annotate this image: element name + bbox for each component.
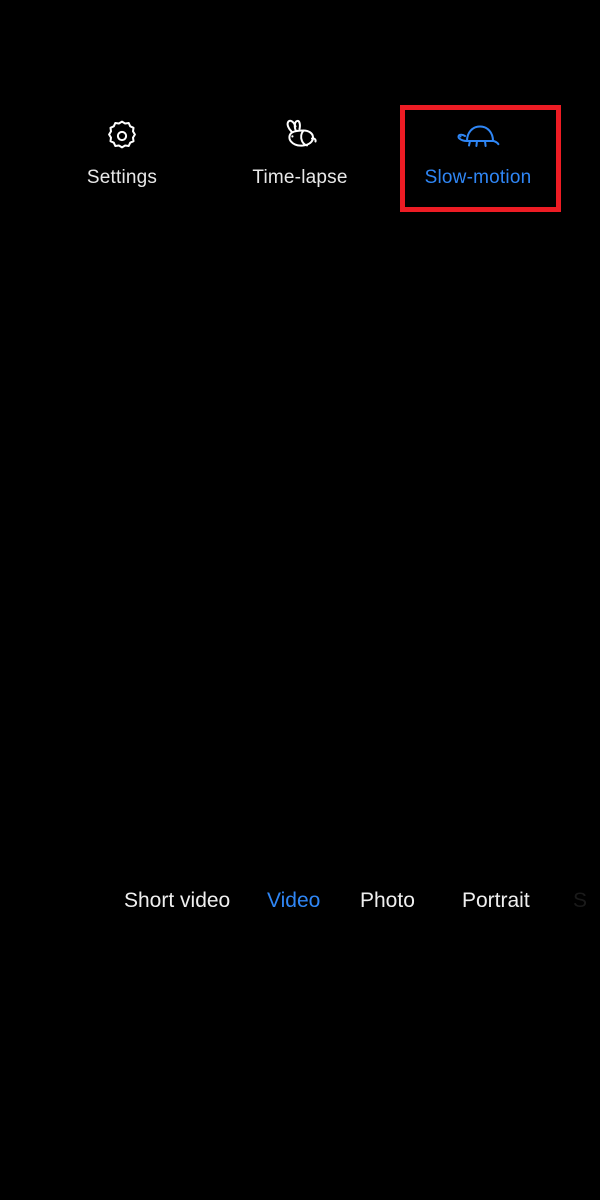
camera-viewfinder-preview[interactable] — [0, 213, 600, 863]
camera-control-bar — [0, 960, 600, 1085]
toolbar-item-slow-motion[interactable]: Slow-motion — [397, 105, 559, 213]
turtle-icon — [454, 113, 502, 159]
video-mode-toolbar: Settings Time-lapse Slow-motion — [0, 105, 600, 213]
toolbar-item-time-lapse-label: Time-lapse — [252, 167, 348, 188]
mode-photo[interactable]: Photo — [360, 880, 415, 922]
mode-short-video[interactable]: Short video — [124, 880, 230, 922]
capture-mode-selector[interactable]: Short video Video Photo Portrait S — [0, 880, 600, 922]
toolbar-item-settings[interactable]: Settings — [41, 105, 203, 213]
mode-partial-next[interactable]: S — [573, 880, 587, 922]
mode-portrait[interactable]: Portrait — [462, 880, 530, 922]
gear-icon — [105, 113, 139, 159]
mode-video[interactable]: Video — [267, 880, 320, 922]
camera-app-screen: Settings Time-lapse Slow-motion Short vi… — [0, 0, 600, 1200]
rabbit-icon — [279, 113, 321, 159]
toolbar-item-slow-motion-label: Slow-motion — [424, 167, 532, 188]
toolbar-item-time-lapse[interactable]: Time-lapse — [219, 105, 381, 213]
toolbar-item-settings-label: Settings — [86, 167, 158, 188]
